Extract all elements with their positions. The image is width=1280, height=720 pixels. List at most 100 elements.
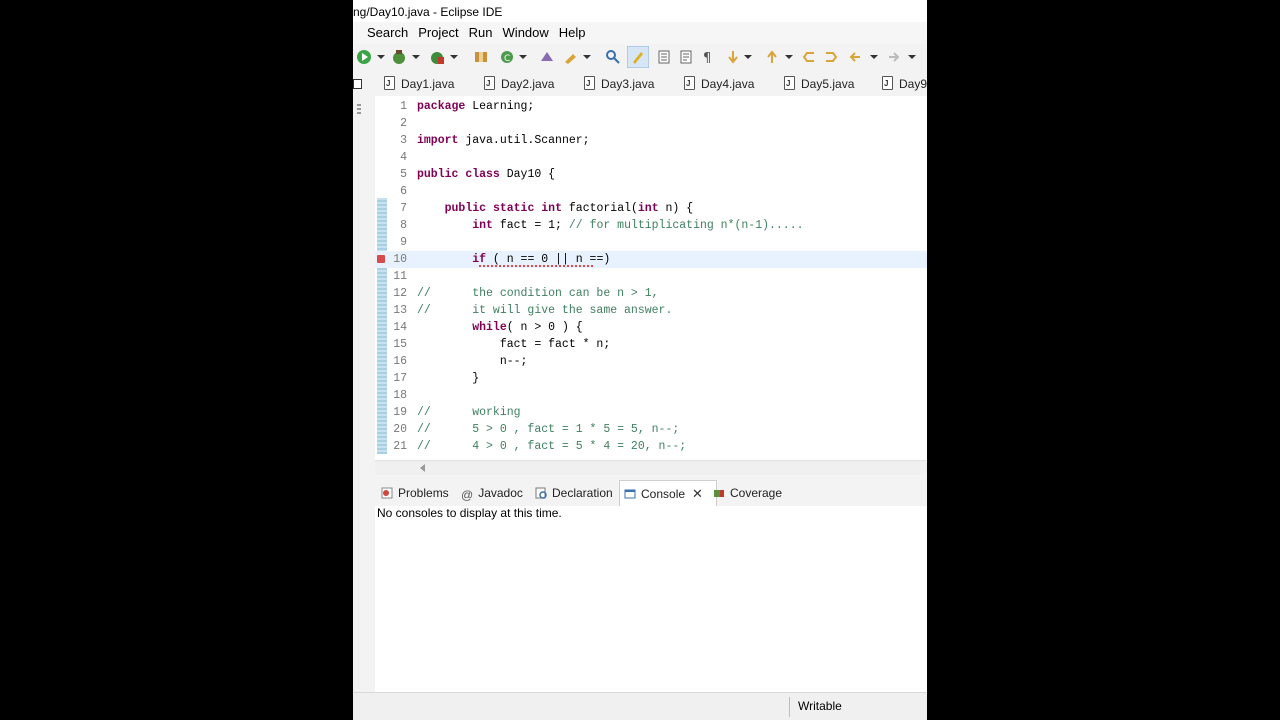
back-arrow-icon[interactable] [847,49,863,65]
code-line[interactable]: 12 // the condition can be n > 1, [375,285,927,302]
menu-window[interactable]: Window [498,22,554,44]
new-package-icon[interactable] [473,49,489,65]
code-line[interactable]: 17 } [375,370,927,387]
line-text: n--; [417,355,528,368]
line-number: 13 [393,304,407,317]
menu-search[interactable]: Search [353,22,413,44]
tab-day2[interactable]: Day2.java [484,72,554,96]
coverage-icon[interactable] [429,49,445,65]
code-editor[interactable]: 1 package Learning; 2 3 import java.util.Sca… [375,96,927,460]
line-number: 1 [400,100,407,113]
code-line[interactable]: 3 import java.util.Scanner; [375,132,927,149]
run-icon[interactable] [356,49,372,65]
code-line[interactable]: 13 // it will give the same answer. [375,302,927,319]
debug-run-icon[interactable] [391,49,407,65]
problems-icon [381,487,393,499]
code-line[interactable]: 14 while( n > 0 ) { [375,319,927,336]
code-line[interactable]: 1 package Learning; [375,98,927,115]
collapsed-view-handle[interactable] [357,102,361,114]
menu-help[interactable]: Help [554,22,591,44]
pilcrow-icon[interactable]: ¶ [700,49,716,65]
previous-annotation-icon[interactable] [764,49,780,65]
code-line[interactable]: 9 [375,234,927,251]
menu-project[interactable]: Project [413,22,463,44]
code-line[interactable]: 21 // 4 > 0 , fact = 5 * 4 = 20, n--; [375,438,927,455]
tab-day4[interactable]: Day4.java [684,72,754,96]
line-text: while( n > 0 ) { [472,321,583,334]
writable-status: Writable [798,699,842,713]
code-line[interactable]: 18 [375,387,927,404]
line-number: 20 [393,423,407,436]
tab-javadoc[interactable]: @ Javadoc [461,480,523,506]
toolbar: C ¶ [353,44,927,73]
tab-day5[interactable]: Day5.java [784,72,854,96]
line-number: 5 [400,168,407,181]
tab-day9[interactable]: Day9 [882,72,927,96]
line-text: // working [417,406,521,419]
tab-declaration[interactable]: Declaration [535,480,613,506]
line-text: public static int factorial(int n) { [444,202,694,215]
keyword: package [417,100,466,113]
close-icon[interactable]: ✕ [692,481,703,507]
search-dropdown-icon[interactable] [583,55,591,59]
forward-dropdown-icon[interactable] [908,55,916,59]
code-line[interactable]: 19 // working [375,404,927,421]
run-dropdown-icon[interactable] [377,55,385,59]
menu-run[interactable]: Run [464,22,498,44]
code-line[interactable]: 5 public class Day10 { [375,166,927,183]
line-text: // 4 > 0 , fact = 5 * 4 = 20, n--; [417,440,687,453]
tab-coverage[interactable]: Coverage [713,480,782,506]
back-dropdown-icon[interactable] [870,55,878,59]
menu-bar: Search Project Run Window Help [353,22,927,44]
code-line[interactable]: 11 [375,268,927,285]
view-tabs: Problems @ Javadoc Declaration Console ✕ … [375,480,927,507]
comment: // for multiplicating n*(n-1)..... [568,219,804,232]
new-class-dropdown-icon[interactable] [519,55,527,59]
line-number: 6 [400,185,407,198]
left-side-strip [353,96,375,476]
tab-console[interactable]: Console ✕ [619,480,717,507]
java-file-icon [882,72,893,96]
forward-arrow-icon[interactable] [886,49,902,65]
line-number: 7 [400,202,407,215]
error-marker-icon[interactable] [377,255,385,263]
debug-dropdown-icon[interactable] [412,55,420,59]
code-line[interactable]: 6 [375,183,927,200]
code-line[interactable]: 8 int fact = 1; // for multiplicating n*… [375,217,927,234]
last-edit-location-icon[interactable] [801,49,817,65]
code-line[interactable]: 16 n--; [375,353,927,370]
scroll-left-icon[interactable] [420,464,425,472]
search-tool-icon[interactable] [563,49,579,65]
editor-minimize-icon[interactable] [353,72,362,96]
tab-day3[interactable]: Day3.java [584,72,654,96]
toggle-mark-occurrences-icon[interactable] [605,49,621,65]
line-number: 2 [400,117,407,130]
code-line[interactable]: 2 [375,115,927,132]
next-annotation-dropdown-icon[interactable] [744,55,752,59]
code-line[interactable]: 7 public static int factorial(int n) { [375,200,927,217]
highlight-toggle-icon[interactable] [627,46,649,68]
eclipse-window: ng/Day10.java - Eclipse IDE Search Projec… [353,0,927,720]
keyword: import [417,134,459,147]
editor-horizontal-scrollbar[interactable] [375,460,927,475]
code-line[interactable]: 20 // 5 > 0 , fact = 1 * 5 = 5, n--; [375,421,927,438]
previous-annotation-dropdown-icon[interactable] [785,55,793,59]
new-class-icon[interactable]: C [499,49,515,65]
line-number: 12 [393,287,407,300]
java-file-icon [484,72,495,96]
code-line[interactable]: 15 fact = fact * n; [375,336,927,353]
code-line[interactable]: 10 if ( n == 0 || n ==) [375,251,927,268]
java-file-icon [584,72,595,96]
editor-tabs: Day1.java Day2.java Day3.java Day4.java … [353,72,927,97]
next-annotation-icon[interactable] [725,49,741,65]
tab-problems[interactable]: Problems [381,480,449,506]
status-bar: Writable [353,692,927,720]
block-selection-icon[interactable] [656,49,672,65]
line-text: // the condition can be n > 1, [417,287,659,300]
forward-history-icon[interactable] [823,49,839,65]
code-line[interactable]: 4 [375,149,927,166]
show-whitespace-icon[interactable] [678,49,694,65]
open-type-icon[interactable] [539,49,555,65]
coverage-dropdown-icon[interactable] [450,55,458,59]
tab-day1[interactable]: Day1.java [384,72,454,96]
